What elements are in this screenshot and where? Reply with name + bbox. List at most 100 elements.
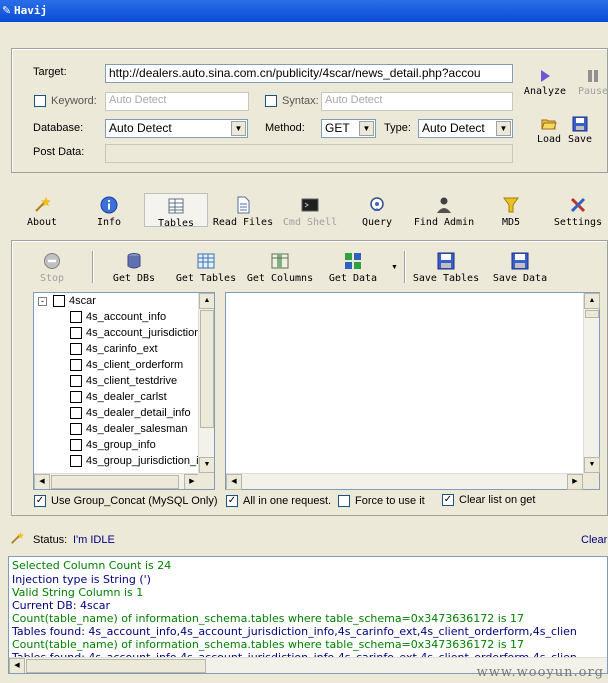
tree-item[interactable]: 4s_dealer_detail_info	[34, 405, 200, 421]
keyword-checkbox[interactable]	[34, 95, 46, 107]
use-group-concat-checkbox[interactable]: ✓	[34, 495, 46, 507]
all-in-one-label: All in one request.	[243, 495, 332, 507]
tab-info[interactable]: Info	[93, 196, 125, 228]
force-checkbox[interactable]	[338, 495, 350, 507]
tree-checkbox[interactable]	[70, 455, 82, 467]
tree-checkbox[interactable]	[70, 391, 82, 403]
scroll-left-icon[interactable]: ◀	[226, 474, 242, 490]
tab-cmd-shell[interactable]: Cmd Shell	[281, 196, 339, 228]
log-output[interactable]: Selected Column Count is 24 Injection ty…	[8, 556, 608, 674]
database-select[interactable]: Auto Detect ▼	[105, 119, 248, 138]
tree-item[interactable]: 4s_dealer_carlst	[34, 389, 200, 405]
pause-button[interactable]: Pause	[576, 68, 608, 97]
load-button[interactable]: Load	[534, 116, 564, 145]
grid-vertical-scrollbar[interactable]: ▲ ▼	[583, 293, 600, 473]
tree-item[interactable]: 4s_client_testdrive	[34, 373, 200, 389]
scroll-up-icon[interactable]: ▲	[199, 293, 214, 309]
type-select-value: Auto Detect	[422, 121, 485, 135]
collapse-icon[interactable]: -	[38, 297, 47, 306]
tree-checkbox[interactable]	[70, 407, 82, 419]
syntax-checkbox[interactable]	[265, 95, 277, 107]
get-columns-button[interactable]: Get Columns	[245, 252, 315, 284]
analyze-button[interactable]: Analyze	[522, 68, 568, 97]
postdata-input[interactable]	[105, 144, 513, 163]
database-select-value: Auto Detect	[109, 121, 172, 135]
method-select[interactable]: GET ▼	[321, 119, 376, 138]
log-line: Current DB: 4scar	[12, 599, 111, 612]
get-dbs-button[interactable]: Get DBs	[110, 252, 158, 284]
tree-checkbox[interactable]	[70, 343, 82, 355]
target-label: Target:	[33, 66, 67, 78]
syntax-input[interactable]: Auto Detect	[321, 92, 513, 111]
save-tables-button[interactable]: Save Tables	[412, 252, 480, 284]
type-select[interactable]: Auto Detect ▼	[418, 119, 513, 138]
tab-md5-label: MD5	[501, 217, 521, 228]
tree-item[interactable]: 4s_account_jurisdiction	[34, 325, 200, 341]
tree-checkbox[interactable]	[70, 327, 82, 339]
all-in-one-checkbox[interactable]: ✓	[226, 495, 238, 507]
tree-item[interactable]: 4s_client_orderform	[34, 357, 200, 373]
save-label: Save	[567, 134, 593, 145]
tree-item[interactable]: 4s_carinfo_ext	[34, 341, 200, 357]
tree-checkbox[interactable]	[70, 359, 82, 371]
table-grid-icon	[197, 253, 215, 269]
save-data-button[interactable]: Save Data	[491, 252, 549, 284]
tab-md5[interactable]: MD5	[498, 196, 524, 228]
save-button[interactable]: Save	[565, 116, 595, 145]
database-tree[interactable]: - 4scar 4s_account_info 4s_account_juris…	[33, 292, 215, 490]
get-dbs-label: Get DBs	[112, 273, 156, 284]
scroll-up-icon[interactable]: ▲	[584, 293, 600, 309]
tree-item[interactable]: 4s_dealer_salesman	[34, 421, 200, 437]
stop-button[interactable]: Stop	[37, 252, 67, 284]
chevron-down-icon[interactable]: ▼	[496, 121, 511, 136]
chevron-down-icon[interactable]: ▼	[359, 121, 374, 136]
tab-query[interactable]: Query	[359, 196, 395, 228]
data-grid[interactable]: ▲ ▼ ◀ ▶	[225, 292, 600, 490]
tab-read-files[interactable]: Read Files	[211, 196, 275, 228]
scroll-thumb[interactable]	[26, 659, 206, 673]
scroll-thumb[interactable]	[585, 310, 599, 318]
scroll-left-icon[interactable]: ◀	[9, 658, 25, 673]
tree-item[interactable]: 4s_group_jurisdiction_in	[34, 453, 200, 469]
tree-item-label: 4s_client_testdrive	[86, 375, 178, 387]
tree-checkbox[interactable]	[70, 439, 82, 451]
title-bar[interactable]: ✎ Havij	[0, 0, 608, 22]
scroll-thumb[interactable]	[200, 310, 214, 428]
scroll-right-icon[interactable]: ▶	[567, 474, 583, 490]
get-data-dropdown-icon[interactable]: ▼	[391, 264, 398, 271]
magic-wand-icon	[35, 197, 51, 212]
scroll-thumb[interactable]	[51, 475, 179, 489]
get-data-label: Get Data	[328, 273, 378, 284]
admin-user-icon	[437, 197, 451, 213]
get-data-button[interactable]: Get Data	[327, 252, 379, 284]
tree-checkbox[interactable]	[53, 295, 65, 307]
document-icon	[237, 196, 250, 214]
tree-horizontal-scrollbar[interactable]: ◀ ▶	[34, 473, 200, 489]
scroll-corner	[198, 473, 214, 489]
clear-log-link[interactable]: Clear	[581, 534, 607, 546]
floppy-disk-icon	[511, 252, 529, 270]
get-tables-button[interactable]: Get Tables	[174, 252, 238, 284]
scroll-down-icon[interactable]: ▼	[199, 457, 214, 473]
tab-settings[interactable]: Settings	[552, 196, 604, 228]
target-input[interactable]: http://dealers.auto.sina.com.cn/publicit…	[105, 64, 513, 83]
grid-horizontal-scrollbar[interactable]: ◀ ▶	[226, 473, 583, 490]
scroll-left-icon[interactable]: ◀	[34, 474, 50, 489]
tree-root[interactable]: - 4scar	[34, 293, 200, 309]
scroll-down-icon[interactable]: ▼	[584, 457, 600, 473]
clear-list-checkbox[interactable]: ✓	[442, 494, 454, 506]
tree-checkbox[interactable]	[70, 423, 82, 435]
tree-item[interactable]: 4s_group_info	[34, 437, 200, 453]
tree-item[interactable]: 4s_account_info	[34, 309, 200, 325]
tree-checkbox[interactable]	[70, 311, 82, 323]
tab-tables[interactable]: Tables	[144, 193, 208, 229]
tab-find-admin[interactable]: Find Admin	[412, 196, 476, 228]
floppy-disk-icon	[437, 252, 455, 270]
save-tables-label: Save Tables	[412, 273, 480, 284]
tree-vertical-scrollbar[interactable]: ▲ ▼	[198, 293, 214, 473]
tree-checkbox[interactable]	[70, 375, 82, 387]
status-label: Status:	[33, 534, 68, 546]
keyword-input[interactable]: Auto Detect	[105, 92, 249, 111]
chevron-down-icon[interactable]: ▼	[231, 121, 246, 136]
tab-about[interactable]: About	[24, 196, 60, 228]
